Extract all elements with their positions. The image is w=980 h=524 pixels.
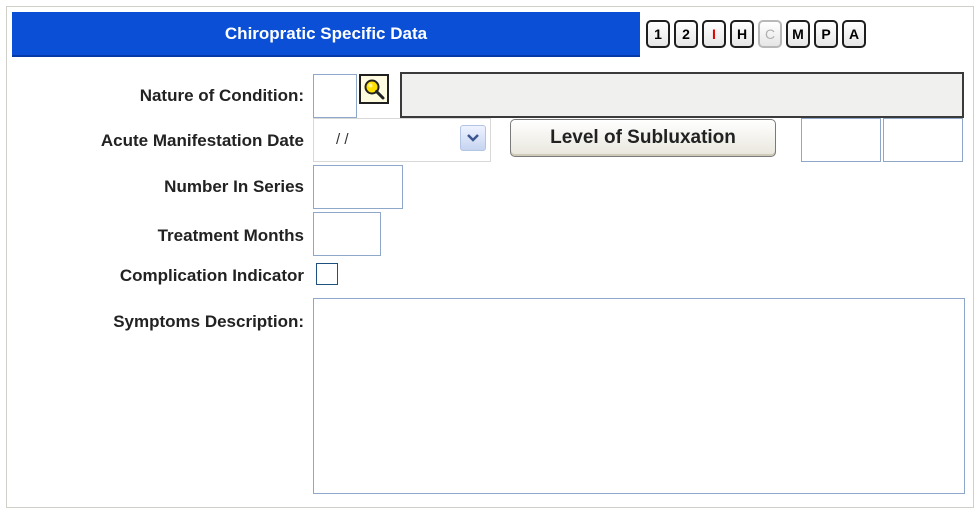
tab-2[interactable]: 2 bbox=[674, 20, 698, 48]
complication-indicator-checkbox[interactable] bbox=[316, 263, 338, 285]
nature-of-condition-label: Nature of Condition: bbox=[139, 86, 304, 105]
treatment-months-input[interactable] bbox=[313, 212, 381, 256]
tab-h[interactable]: H bbox=[730, 20, 754, 48]
subluxation-level-input-1[interactable] bbox=[801, 118, 881, 162]
complication-indicator-label: Complication Indicator bbox=[119, 266, 304, 285]
chevron-down-icon[interactable] bbox=[460, 125, 486, 151]
treatment-months-label: Treatment Months bbox=[157, 226, 304, 245]
number-in-series-input[interactable] bbox=[313, 165, 403, 209]
symptoms-description-label: Symptoms Description: bbox=[113, 312, 304, 331]
symptoms-description-textarea[interactable] bbox=[313, 298, 965, 494]
tab-i[interactable]: I bbox=[702, 20, 726, 48]
tab-p[interactable]: P bbox=[814, 20, 838, 48]
acute-manifestation-date-label: Acute Manifestation Date bbox=[100, 131, 304, 150]
tab-m[interactable]: M bbox=[786, 20, 810, 48]
panel-title: Chiropratic Specific Data bbox=[224, 24, 428, 43]
magnifier-icon[interactable] bbox=[359, 74, 389, 104]
number-in-series-label: Number In Series bbox=[164, 177, 304, 196]
tab-1[interactable]: 1 bbox=[646, 20, 670, 48]
nature-code-input[interactable] bbox=[313, 74, 357, 118]
tab-a[interactable]: A bbox=[842, 20, 866, 48]
magnifier-glyph bbox=[364, 79, 385, 100]
tab-c: C bbox=[758, 20, 782, 48]
section-tabs: 1 2 I H C M P A bbox=[646, 20, 866, 50]
level-of-subluxation-button[interactable]: Level of Subluxation bbox=[510, 119, 776, 157]
acute-date-value: / / bbox=[336, 131, 349, 148]
subluxation-level-input-2[interactable] bbox=[883, 118, 963, 162]
acute-date-select[interactable]: / / bbox=[313, 118, 491, 162]
nature-description-field[interactable] bbox=[400, 72, 964, 118]
chevron-down-glyph bbox=[467, 134, 479, 142]
panel-title-bar: Chiropratic Specific Data bbox=[12, 12, 640, 57]
